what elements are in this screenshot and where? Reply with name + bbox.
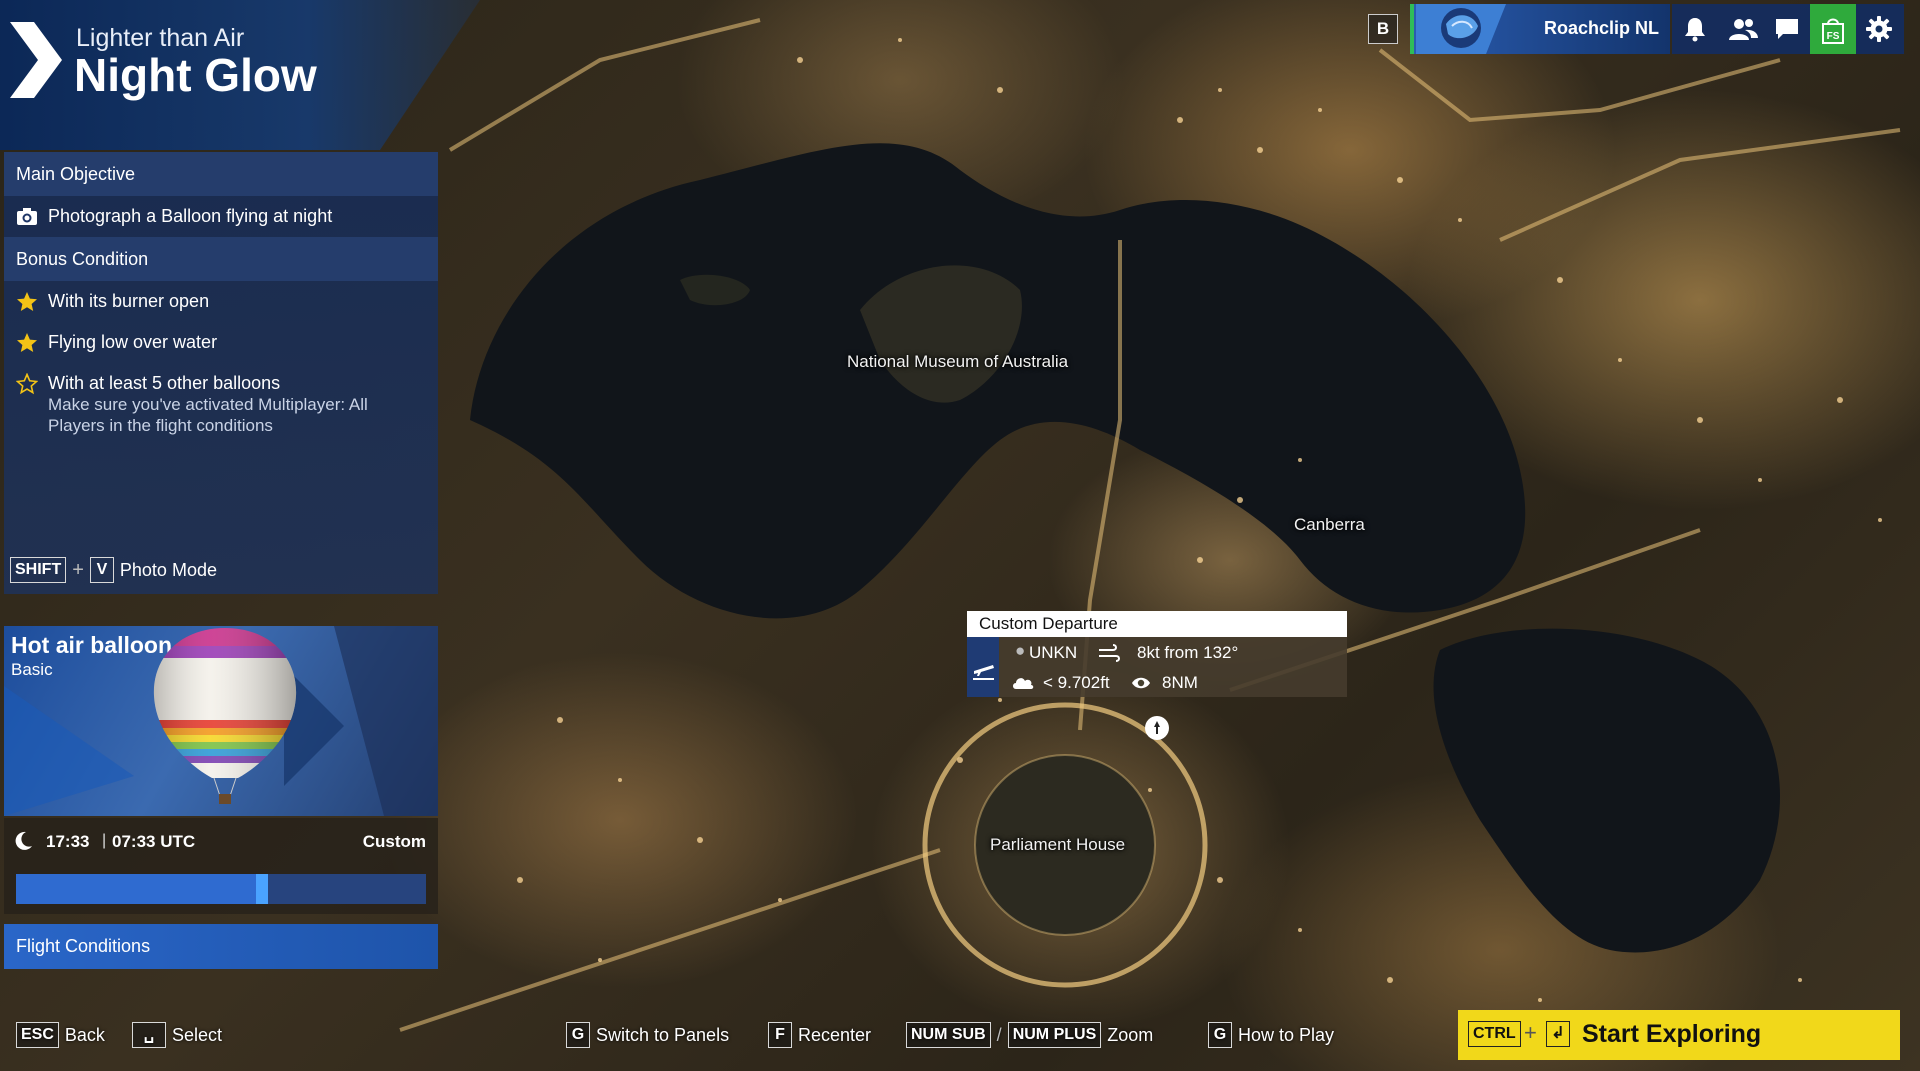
friends-button[interactable] bbox=[1718, 4, 1764, 54]
back-hint[interactable]: ESC Back bbox=[16, 1020, 105, 1050]
takeoff-icon bbox=[973, 665, 994, 680]
cloud-ceiling: < 9.702ft bbox=[1043, 673, 1110, 692]
num-plus-key: NUM PLUS bbox=[1007, 1022, 1102, 1048]
moon-icon bbox=[15, 831, 32, 850]
g-key: G bbox=[1208, 1022, 1232, 1048]
map-label-canberra: Canberra bbox=[1294, 515, 1365, 534]
bell-icon bbox=[1685, 18, 1705, 42]
wind-icon bbox=[1099, 644, 1120, 662]
back-label: Back bbox=[64, 1024, 105, 1045]
time-slider-fill bbox=[16, 874, 262, 904]
start-exploring-label: Start Exploring bbox=[1582, 1020, 1762, 1048]
chat-button[interactable] bbox=[1764, 4, 1810, 54]
map-label-museum: National Museum of Australia bbox=[847, 352, 1069, 371]
plus-sign: + bbox=[72, 558, 84, 581]
visibility: 8NM bbox=[1162, 673, 1198, 692]
mission-title: Night Glow bbox=[74, 49, 317, 101]
cloud-icon bbox=[1013, 678, 1034, 689]
recenter-label: Recenter bbox=[798, 1024, 872, 1045]
bonus-item: With at least 5 other balloons Make sure… bbox=[4, 363, 438, 446]
space-key: ␣ bbox=[132, 1022, 166, 1048]
departure-pin[interactable] bbox=[1145, 716, 1169, 740]
aircraft-name: Hot air balloon bbox=[11, 632, 172, 658]
time-of-day-panel: 17:33 | 07:33 UTC Custom bbox=[4, 818, 438, 914]
store-icon: FS bbox=[1822, 18, 1844, 44]
lake-east-basin bbox=[1433, 628, 1780, 953]
bonus-item-text: With its burner open bbox=[48, 291, 210, 311]
b-key: B bbox=[1368, 14, 1398, 44]
aircraft-variant: Basic bbox=[11, 660, 53, 679]
enter-key: ↲ bbox=[1546, 1021, 1570, 1047]
lake-burley-griffin bbox=[470, 143, 1526, 619]
departure-airport: UNKN bbox=[1029, 643, 1078, 662]
time-mode: Custom bbox=[362, 832, 426, 851]
map-label-parliament: Parliament House bbox=[990, 835, 1126, 854]
departure-tooltip[interactable]: Custom Departure ● UNKN 8kt from 132° < … bbox=[967, 611, 1347, 697]
zoom-label: Zoom bbox=[1107, 1024, 1154, 1045]
chat-icon bbox=[1776, 19, 1798, 39]
switch-to-panels-label: Switch to Panels bbox=[596, 1024, 730, 1045]
photo-mode-label: Photo Mode bbox=[119, 559, 217, 580]
gear-icon bbox=[1866, 16, 1892, 42]
v-key: V bbox=[89, 557, 114, 583]
g-key: G bbox=[566, 1022, 590, 1048]
plus-sign: + bbox=[1524, 1020, 1537, 1045]
notifications-button[interactable] bbox=[1672, 4, 1718, 54]
bonus-item: With its burner open bbox=[4, 281, 438, 322]
recenter-hint[interactable]: F Recenter bbox=[768, 1020, 871, 1050]
top-icons: FS bbox=[1672, 4, 1904, 54]
time-separator: | bbox=[102, 832, 107, 849]
camera-icon bbox=[17, 208, 37, 225]
main-objective-text: Photograph a Balloon flying at night bbox=[48, 206, 333, 226]
how-to-play-label: How to Play bbox=[1238, 1024, 1335, 1045]
objectives-panel: Main Objective Photograph a Balloon flyi… bbox=[4, 152, 438, 594]
time-slider[interactable] bbox=[16, 874, 426, 904]
zoom-hint[interactable]: NUM SUB / NUM PLUS Zoom bbox=[906, 1020, 1153, 1050]
f-key: F bbox=[768, 1022, 792, 1048]
profile-name: Roachclip NL bbox=[1544, 18, 1660, 38]
bonus-item-text: Flying low over water bbox=[48, 332, 218, 352]
slash-separator: / bbox=[996, 1024, 1002, 1045]
balloon-image bbox=[153, 628, 297, 804]
bonus-condition-header: Bonus Condition bbox=[4, 237, 438, 281]
select-label: Select bbox=[172, 1024, 223, 1045]
time-slider-thumb[interactable] bbox=[256, 874, 268, 904]
eye-icon bbox=[1132, 677, 1150, 689]
friends-icon bbox=[1729, 19, 1758, 40]
main-objective-header: Main Objective bbox=[4, 152, 438, 196]
bonus-item-note: Make sure you've activated Multiplayer: … bbox=[48, 395, 368, 435]
svg-text:FS: FS bbox=[1827, 31, 1840, 42]
esc-key: ESC bbox=[16, 1022, 59, 1048]
ctrl-key: CTRL bbox=[1468, 1021, 1521, 1047]
bonus-item-text: With at least 5 other balloons bbox=[48, 373, 281, 393]
photo-mode-hint[interactable]: SHIFT + V Photo Mode bbox=[10, 556, 217, 584]
departure-details: ● UNKN 8kt from 132° < 9.702ft 8NM bbox=[967, 637, 1347, 697]
airport-dot: ● bbox=[1015, 641, 1026, 660]
shift-key: SHIFT bbox=[10, 557, 67, 583]
store-button[interactable]: FS bbox=[1810, 4, 1856, 54]
profile-button[interactable]: Roachclip NL bbox=[1410, 4, 1670, 54]
pin-arrow-icon bbox=[1154, 721, 1160, 734]
main-objective-item: Photograph a Balloon flying at night bbox=[4, 196, 438, 237]
switch-to-panels-hint[interactable]: G Switch to Panels bbox=[566, 1020, 729, 1050]
star-outline-icon bbox=[16, 373, 38, 395]
departure-icon-box bbox=[967, 637, 999, 697]
bonus-item: Flying low over water bbox=[4, 322, 438, 363]
chevron-right-icon bbox=[10, 22, 62, 98]
star-filled-icon bbox=[17, 333, 37, 352]
select-hint[interactable]: ␣ Select bbox=[132, 1020, 222, 1050]
star-filled-icon bbox=[17, 292, 37, 311]
top-bar: B Roachclip NL FS bbox=[1362, 4, 1904, 54]
avatar bbox=[1416, 4, 1506, 54]
num-sub-key: NUM SUB bbox=[906, 1022, 991, 1048]
local-time: 17:33 bbox=[46, 832, 90, 851]
utc-time: 07:33 UTC bbox=[112, 832, 196, 851]
flight-conditions-button[interactable]: Flight Conditions bbox=[4, 924, 438, 969]
wind-info: 8kt from 132° bbox=[1137, 643, 1239, 662]
departure-title: Custom Departure bbox=[967, 611, 1347, 637]
start-exploring-button[interactable]: CTRL + ↲ Start Exploring bbox=[1458, 1010, 1900, 1060]
aircraft-card[interactable]: Hot air balloon Basic bbox=[4, 626, 438, 816]
how-to-play-hint[interactable]: G How to Play bbox=[1208, 1020, 1334, 1050]
settings-button[interactable] bbox=[1856, 4, 1902, 54]
